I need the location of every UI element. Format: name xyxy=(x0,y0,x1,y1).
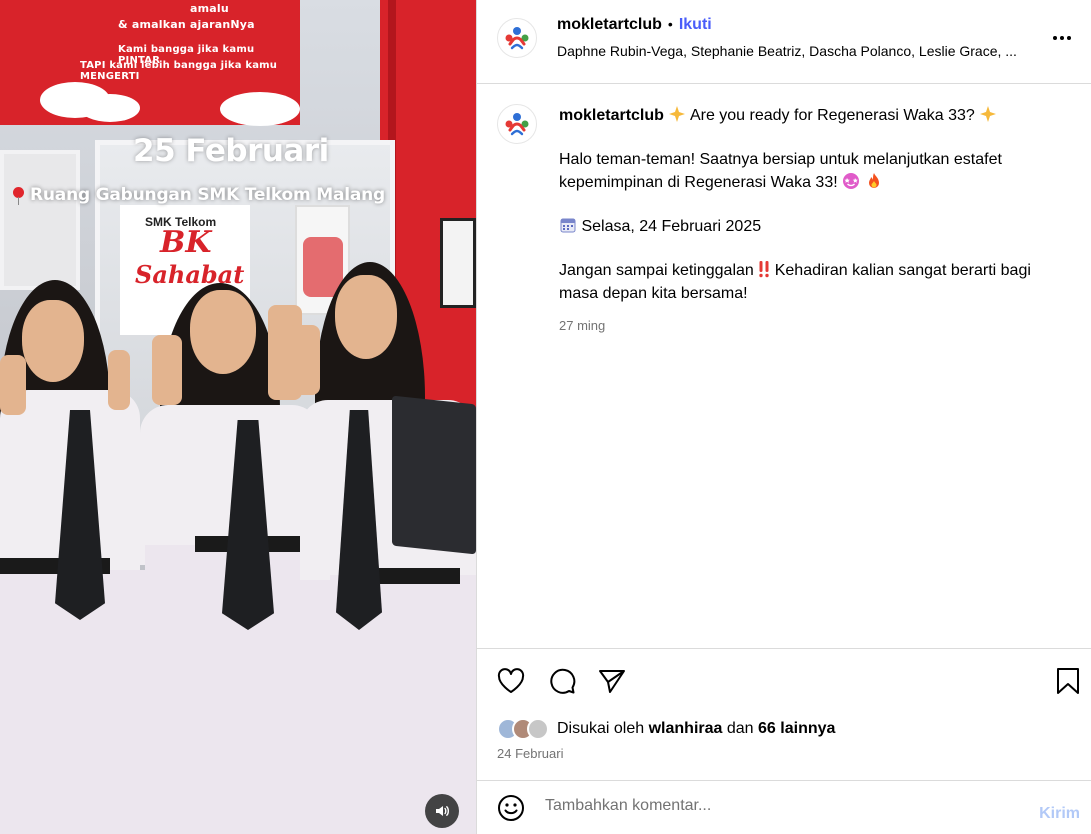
save-button[interactable] xyxy=(1053,666,1083,696)
caption-title: Are you ready for Regenerasi Waka 33? xyxy=(689,107,975,124)
caption-time: 27 ming xyxy=(559,318,606,333)
post-header: mokletartclub • Ikuti Daphne Rubin-Vega, S… xyxy=(477,0,1091,84)
overlay-date: 25 Februari xyxy=(133,133,329,169)
smiley-icon xyxy=(498,795,524,821)
post-actions: Disukai oleh wlanhiraa dan 66 lainnya 24… xyxy=(477,648,1091,780)
laptop xyxy=(392,395,476,555)
caption-paragraph-3a: Jangan sampai ketinggalan xyxy=(559,262,754,279)
double-exclamation-icon xyxy=(759,261,769,278)
share-button[interactable] xyxy=(597,666,627,696)
overlay-location: Ruang Gabungan SMK Telkom Malang xyxy=(13,185,385,205)
star-struck-icon xyxy=(843,173,860,189)
poster-bk-text: BK xyxy=(160,225,212,260)
liker-avatar xyxy=(527,718,549,740)
club-logo-icon xyxy=(505,27,529,50)
likes-text: Disukai oleh wlanhiraa dan 66 lainnya xyxy=(557,720,835,738)
send-comment-button[interactable]: Kirim xyxy=(1039,805,1080,823)
wall-frame xyxy=(0,150,80,290)
header-username[interactable]: mokletartclub xyxy=(557,16,662,33)
header-separator: • xyxy=(667,16,673,32)
likes-prefix: Disukai oleh xyxy=(557,720,645,737)
profile-avatar[interactable] xyxy=(497,18,537,58)
post-media[interactable]: amalu & amalkan ajaranNya Kami bangga ji… xyxy=(0,0,476,834)
emoji-button[interactable] xyxy=(496,793,526,823)
comment-icon xyxy=(550,668,576,694)
likes-summary[interactable]: Disukai oleh wlanhiraa dan 66 lainnya xyxy=(497,717,835,741)
caption-body: mokletartclub Are you ready for Regenera… xyxy=(559,104,1069,337)
volume-button[interactable] xyxy=(425,794,459,828)
heart-icon xyxy=(497,668,525,693)
caption-date-line: Selasa, 24 Februari 2025 xyxy=(581,218,762,235)
post-panel: mokletartclub • Ikuti Daphne Rubin-Vega, S… xyxy=(476,0,1091,834)
banner-line-4: TAPI kami lebih bangga jika kamu MENGERT… xyxy=(80,60,278,82)
send-icon xyxy=(599,670,625,693)
like-button[interactable] xyxy=(496,666,526,696)
post-date: 24 Februari xyxy=(497,746,564,761)
club-logo-icon xyxy=(505,113,529,136)
speaker-icon xyxy=(436,806,449,816)
comment-button[interactable] xyxy=(547,666,577,696)
comment-input[interactable] xyxy=(545,797,1015,815)
caption-paragraph-1: Halo teman-teman! Saatnya bersiap untuk … xyxy=(559,151,1002,191)
likes-user[interactable]: wlanhiraa xyxy=(649,720,723,737)
more-options-icon xyxy=(1053,36,1071,40)
banner-cloud xyxy=(220,92,300,126)
caption-username[interactable]: mokletartclub xyxy=(559,107,664,124)
more-options-button[interactable] xyxy=(1050,26,1074,50)
banner-line-1: amalu xyxy=(190,2,229,15)
pin-icon xyxy=(13,187,24,205)
banner-line-2: & amalkan ajaranNya xyxy=(118,18,255,31)
follow-button[interactable]: Ikuti xyxy=(679,16,712,33)
wall-picture xyxy=(440,218,476,308)
likes-connector: dan xyxy=(726,720,754,737)
calendar-icon xyxy=(560,218,576,233)
sparkles-icon xyxy=(980,106,997,122)
bookmark-icon xyxy=(1057,668,1079,694)
likes-others[interactable]: 66 lainnya xyxy=(758,720,835,737)
comment-bar: Kirim xyxy=(477,780,1091,834)
fire-icon xyxy=(868,173,879,188)
sparkles-icon xyxy=(669,106,686,122)
overlay-location-text: Ruang Gabungan SMK Telkom Malang xyxy=(30,185,385,205)
caption-avatar[interactable] xyxy=(497,104,537,144)
header-title-row: mokletartclub • Ikuti xyxy=(557,16,712,34)
banner-cloud xyxy=(80,94,140,122)
wall-banner: amalu & amalkan ajaranNya Kami bangga ji… xyxy=(0,0,300,126)
audio-attribution[interactable]: Daphne Rubin-Vega, Stephanie Beatriz, Da… xyxy=(557,43,1017,59)
